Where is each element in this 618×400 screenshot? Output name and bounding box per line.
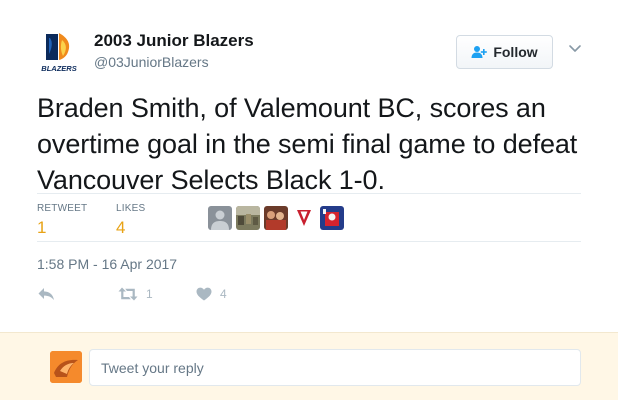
likes-stat[interactable]: LIKES 4	[116, 203, 145, 238]
heart-icon	[196, 287, 212, 301]
blazers-logo-icon: BLAZERS	[41, 33, 77, 73]
author-handle[interactable]: @03JuniorBlazers	[94, 54, 209, 70]
user-avatar-icon	[50, 351, 82, 383]
follow-button[interactable]: Follow	[456, 35, 553, 69]
retweet-stat[interactable]: RETWEET 1	[37, 203, 87, 238]
tweet-timestamp[interactable]: 1:58 PM - 16 Apr 2017	[37, 256, 177, 272]
jersey-photo-icon	[320, 206, 344, 230]
tweet-card: BLAZERS 2003 Junior Blazers @03JuniorBla…	[0, 0, 618, 332]
retweet-stat-label: RETWEET	[37, 203, 88, 214]
retweet-stat-count: 1	[37, 218, 47, 237]
liker-avatar[interactable]	[208, 206, 232, 230]
liker-avatars	[208, 206, 344, 230]
retweet-icon	[118, 287, 138, 301]
retweet-action[interactable]: 1	[118, 285, 153, 303]
landscape-photo-icon	[236, 206, 260, 230]
default-user-icon	[208, 206, 232, 230]
reply-placeholder: Tweet your reply	[101, 359, 204, 376]
group-photo-icon	[264, 206, 288, 230]
add-user-icon	[471, 46, 488, 58]
tweet-text: Braden Smith, of Valemount BC, scores an…	[37, 93, 578, 195]
follow-label: Follow	[493, 44, 538, 60]
reply-action[interactable]	[38, 285, 55, 303]
logo-wordmark: BLAZERS	[41, 64, 76, 73]
liker-avatar[interactable]	[264, 206, 288, 230]
like-action-count: 4	[220, 287, 227, 301]
author-display-name[interactable]: 2003 Junior Blazers	[94, 31, 254, 51]
like-action[interactable]: 4	[196, 285, 227, 303]
likes-stat-label: LIKES	[116, 203, 146, 214]
author-avatar[interactable]: BLAZERS	[38, 30, 80, 74]
retweet-action-count: 1	[146, 287, 153, 301]
liker-avatar[interactable]	[292, 206, 316, 230]
reply-icon	[38, 288, 54, 300]
reply-input[interactable]: Tweet your reply	[89, 349, 581, 386]
liker-avatar[interactable]	[236, 206, 260, 230]
divider	[37, 193, 581, 194]
divider	[37, 241, 581, 242]
reply-bar: Tweet your reply	[0, 332, 618, 400]
likes-stat-count: 4	[116, 218, 126, 237]
chevron-down-icon[interactable]	[568, 44, 582, 54]
shield-logo-icon	[292, 206, 316, 230]
liker-avatar[interactable]	[320, 206, 344, 230]
reply-user-avatar	[50, 351, 82, 383]
